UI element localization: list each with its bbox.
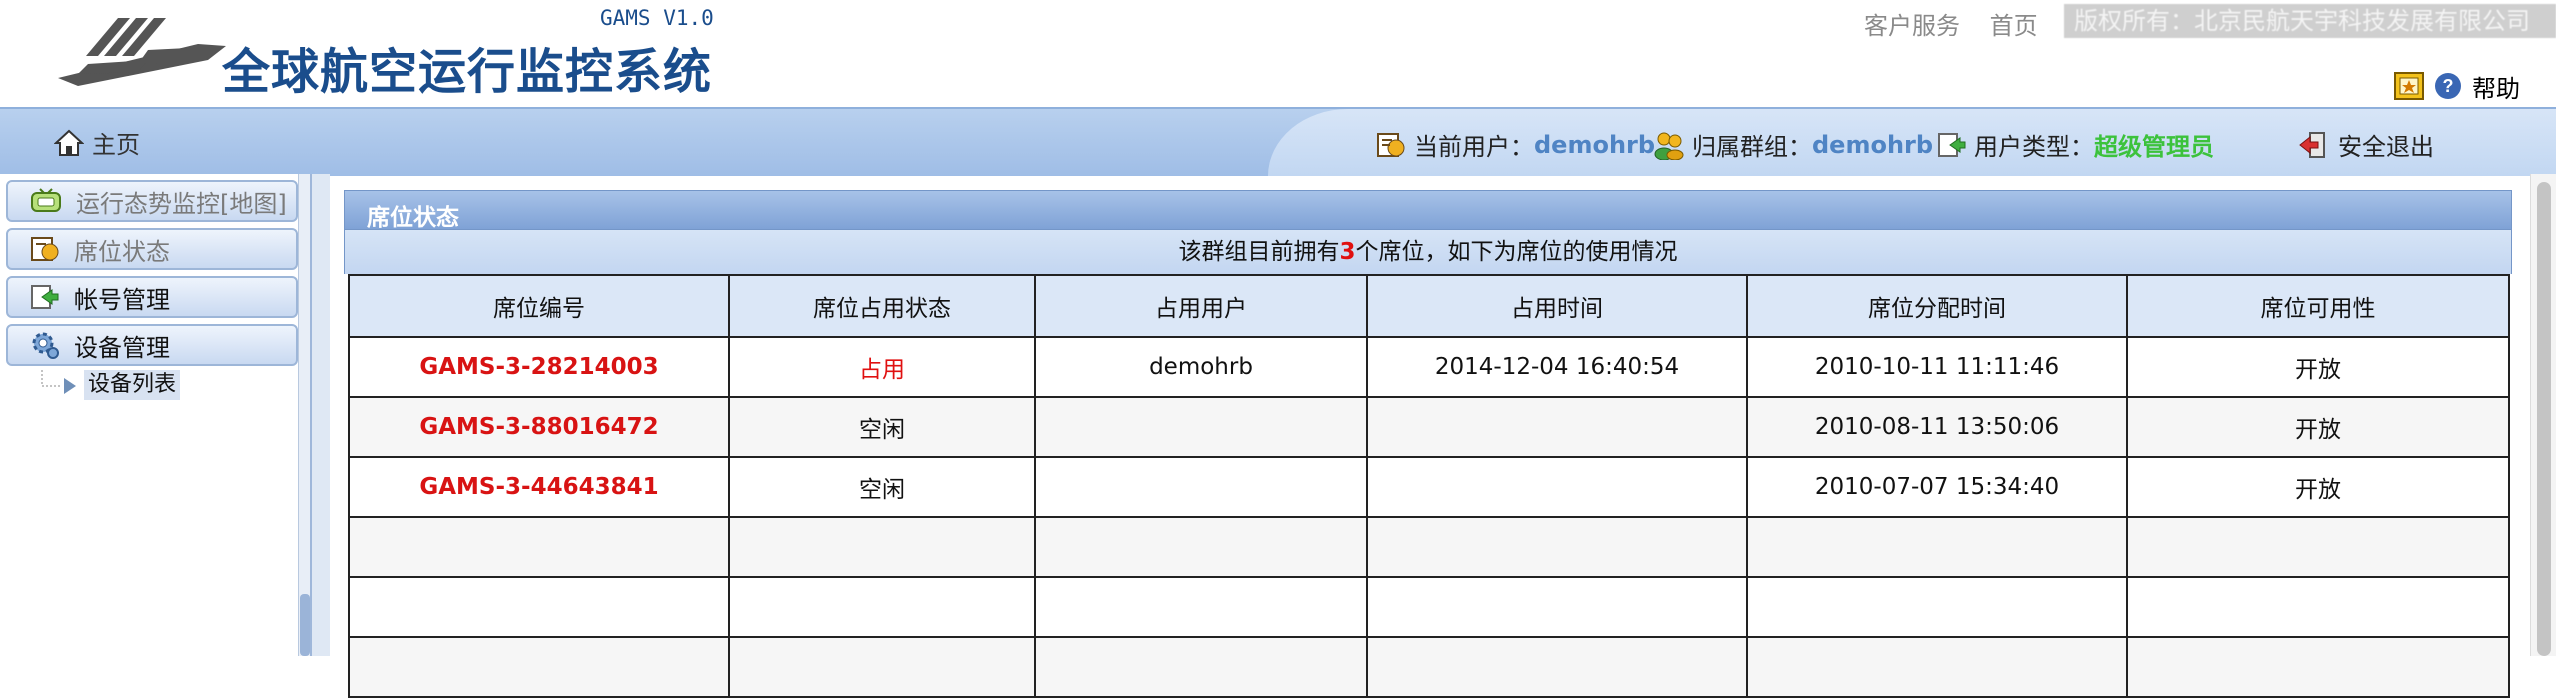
- app-title: 全球航空运行监控系统: [222, 44, 713, 100]
- table-row: GAMS-3-28214003 占用 demohrb 2014-12-04 16…: [348, 336, 2510, 398]
- availability-cell: 开放: [2126, 336, 2510, 398]
- main-scrollbar-thumb[interactable]: [2537, 182, 2551, 656]
- user-card-icon: [1377, 132, 1405, 157]
- main-scrollbar[interactable]: [2530, 174, 2556, 656]
- panel-summary: 该群组目前拥有3个席位，如下为席位的使用情况: [344, 230, 2512, 274]
- group-label: 归属群组：: [1692, 133, 1812, 161]
- sidebar-item-seat-status[interactable]: 席位状态: [6, 228, 298, 270]
- sidebar-item-map-monitor[interactable]: 运行态势监控[地图]: [6, 180, 298, 222]
- empty-table-row: [348, 636, 2510, 698]
- occupancy-status-cell: 空闲: [728, 456, 1036, 518]
- panel-title-bar: 席位状态: [344, 190, 2512, 231]
- account-arrow-icon: [31, 285, 59, 309]
- summary-count: 3: [1339, 239, 1356, 265]
- nav-bar: 主页 当前用户： demohrb 归属群组： demohrb 用户类型： 超级管…: [0, 107, 2556, 176]
- occupying-user-cell: [1034, 396, 1368, 458]
- seat-id-cell: GAMS-3-28214003: [348, 336, 730, 398]
- customer-service-link[interactable]: 客户服务: [1864, 12, 1960, 40]
- user-card-icon: [31, 237, 59, 261]
- sidebar-item-label: 席位状态: [74, 237, 170, 266]
- user-type-icon: [1938, 132, 1966, 157]
- availability-cell: 开放: [2126, 456, 2510, 518]
- empty-table-row: [348, 576, 2510, 638]
- logout-label: 安全退出: [2338, 133, 2434, 161]
- availability-cell: 开放: [2126, 396, 2510, 458]
- gear-icon: [32, 332, 59, 359]
- expand-arrow-icon: [64, 378, 76, 394]
- homepage-link[interactable]: 首页: [1990, 12, 2038, 40]
- occupying-user-cell: [1034, 456, 1368, 518]
- assigned-time-cell: 2010-07-07 15:34:40: [1746, 456, 2128, 518]
- occupancy-status-cell: 占用: [728, 336, 1036, 398]
- home-link[interactable]: 主页: [54, 125, 140, 160]
- seat-status-panel: 席位状态 该群组目前拥有3个席位，如下为席位的使用情况 席位编号 席位占用状态 …: [344, 190, 2512, 698]
- sidebar-item-label: 运行态势监控[地图]: [76, 189, 287, 218]
- user-type-value: 超级管理员: [2094, 133, 2214, 161]
- column-header-occupying-user: 占用用户: [1034, 274, 1368, 338]
- sidebar-item-account-management[interactable]: 帐号管理: [6, 276, 298, 318]
- sidebar-subitem-device-list[interactable]: 设备列表: [84, 370, 181, 400]
- column-header-occupancy-status: 席位占用状态: [728, 274, 1036, 338]
- occupied-time-cell: [1366, 396, 1748, 458]
- occupying-user-cell: demohrb: [1034, 336, 1368, 398]
- current-user-info: 当前用户： demohrb: [1376, 127, 1655, 162]
- sidebar-item-label: 设备管理: [74, 333, 170, 362]
- table-row: GAMS-3-88016472 空闲 2010-08-11 13:50:06 开…: [348, 396, 2510, 458]
- panel-title: 席位状态: [367, 205, 459, 231]
- seat-id-cell: GAMS-3-44643841: [348, 456, 730, 518]
- current-user-value: demohrb: [1534, 130, 1656, 159]
- home-label: 主页: [92, 131, 140, 159]
- sidebar: 运行态势监控[地图] 席位状态 帐号管理 设备管理 设备列表: [0, 174, 310, 656]
- sidebar-item-device-management[interactable]: 设备管理: [6, 324, 298, 366]
- logout-link[interactable]: 安全退出: [2298, 127, 2434, 162]
- header: GAMS V1.0 全球航空运行监控系统 客户服务 首页 版权所有：北京民航天宇…: [0, 0, 2556, 107]
- copyright-text: 版权所有：北京民航天宇科技发展有限公司: [2064, 4, 2556, 38]
- occupancy-status-cell: 空闲: [728, 396, 1036, 458]
- user-group-icon: [1654, 132, 1684, 160]
- group-value: demohrb: [1812, 130, 1934, 159]
- column-header-assigned-time: 席位分配时间: [1746, 274, 2128, 338]
- column-header-seat-id: 席位编号: [348, 274, 730, 338]
- sidebar-scrollbar-thumb[interactable]: [300, 594, 310, 656]
- home-icon: [54, 129, 84, 156]
- bookmark-icon[interactable]: [2394, 72, 2424, 100]
- summary-suffix: 个席位，如下为席位的使用情况: [1355, 239, 1678, 265]
- empty-table-row: [348, 516, 2510, 578]
- logout-icon: [2299, 131, 2325, 158]
- occupied-time-cell: [1366, 456, 1748, 518]
- help-area: ? 帮助: [2394, 69, 2520, 104]
- seat-table: 席位编号 席位占用状态 占用用户 占用时间 席位分配时间 席位可用性 GAMS-…: [348, 274, 2510, 698]
- airplane-logo-icon: [58, 18, 226, 86]
- top-links: 客户服务 首页: [1864, 6, 2060, 41]
- user-type-label: 用户类型：: [1974, 133, 2094, 161]
- occupied-time-cell: 2014-12-04 16:40:54: [1366, 336, 1748, 398]
- column-header-occupied-time: 占用时间: [1366, 274, 1748, 338]
- table-header-row: 席位编号 席位占用状态 占用用户 占用时间 席位分配时间 席位可用性: [348, 274, 2510, 338]
- svg-text:?: ?: [2443, 76, 2454, 96]
- user-type-info: 用户类型： 超级管理员: [1936, 127, 2214, 162]
- monitor-icon: [31, 188, 61, 212]
- help-link[interactable]: 帮助: [2472, 69, 2520, 104]
- seat-id-cell: GAMS-3-88016472: [348, 396, 730, 458]
- sidebar-item-label: 帐号管理: [74, 285, 170, 314]
- column-header-availability: 席位可用性: [2126, 274, 2510, 338]
- assigned-time-cell: 2010-08-11 13:50:06: [1746, 396, 2128, 458]
- summary-prefix: 该群组目前拥有: [1178, 239, 1340, 265]
- app-version: GAMS V1.0: [600, 6, 714, 30]
- help-icon[interactable]: ?: [2434, 72, 2462, 100]
- table-row: GAMS-3-44643841 空闲 2010-07-07 15:34:40 开…: [348, 456, 2510, 518]
- sidebar-divider: [310, 174, 330, 656]
- group-info: 归属群组： demohrb: [1654, 127, 1933, 162]
- current-user-label: 当前用户：: [1414, 133, 1534, 161]
- assigned-time-cell: 2010-10-11 11:11:46: [1746, 336, 2128, 398]
- tree-connector: [41, 370, 76, 394]
